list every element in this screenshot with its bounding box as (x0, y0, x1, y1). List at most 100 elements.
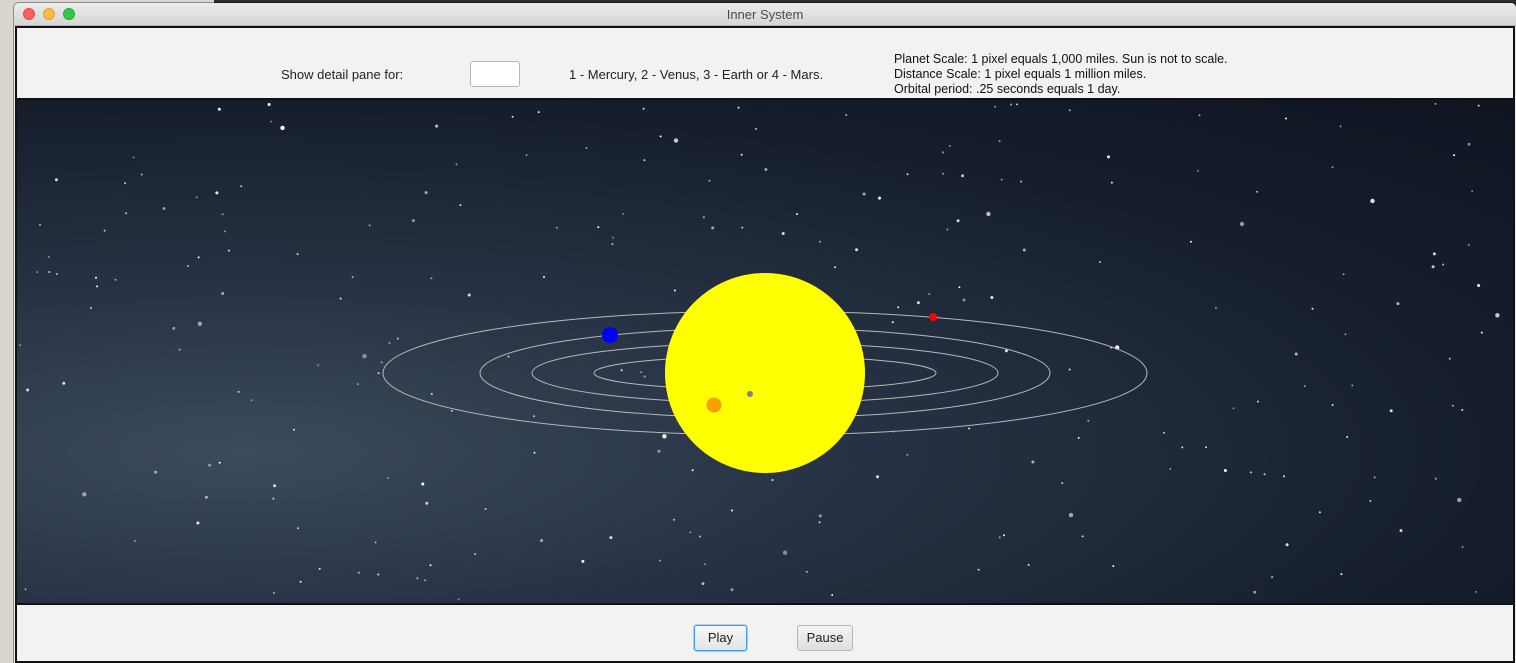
distance-scale-text: Distance Scale: 1 pixel equals 1 million… (894, 67, 1147, 81)
star (708, 179, 711, 182)
star (1396, 302, 1400, 306)
detail-pane-label: Show detail pane for: (281, 67, 404, 82)
star (430, 392, 433, 395)
star (1061, 482, 1064, 485)
star (424, 191, 428, 195)
star (90, 306, 92, 309)
star (1434, 102, 1437, 105)
orbital-period-text: Orbital period: .25 seconds equals 1 day… (894, 82, 1121, 96)
star (540, 539, 544, 542)
star (507, 355, 510, 358)
star (701, 582, 705, 586)
star (672, 518, 675, 521)
title-bar: Inner System (14, 3, 1516, 26)
star (114, 278, 117, 281)
planet-mars (929, 313, 937, 321)
star (1331, 404, 1334, 406)
window-content: Show detail pane for: 1 - Mercury, 2 - V… (15, 26, 1515, 663)
play-button[interactable]: Play (694, 625, 747, 651)
star (125, 212, 128, 215)
star (928, 293, 931, 295)
star (368, 224, 371, 227)
app-window: Inner System Show detail pane for: 1 - M… (14, 3, 1516, 663)
star (1477, 104, 1480, 107)
star (741, 226, 744, 229)
star (1256, 400, 1259, 403)
star (834, 266, 837, 269)
star (1457, 497, 1462, 503)
solar-system-view (19, 102, 1500, 601)
window-title: Inner System (726, 7, 804, 22)
star (916, 301, 920, 305)
star (642, 107, 645, 110)
pause-button[interactable]: Pause (797, 625, 853, 651)
star (455, 163, 458, 166)
star (435, 124, 439, 128)
planet-earth (602, 327, 618, 343)
star (250, 399, 253, 402)
star (459, 204, 462, 207)
planet-venus (706, 397, 722, 413)
star (942, 151, 945, 154)
star (48, 271, 51, 273)
star (673, 138, 679, 143)
star (132, 156, 135, 159)
star (731, 509, 733, 512)
star (585, 147, 588, 149)
star (457, 598, 460, 601)
star (609, 536, 613, 540)
star (237, 390, 240, 393)
star (377, 372, 380, 375)
star (1263, 473, 1266, 476)
star (1351, 384, 1354, 387)
star (1294, 352, 1298, 356)
star (658, 559, 661, 562)
star (396, 337, 399, 340)
star (1399, 529, 1403, 533)
star (831, 594, 834, 596)
star (154, 470, 158, 474)
star (876, 475, 879, 479)
planet-mercury (747, 391, 753, 397)
star (1271, 576, 1274, 579)
star (196, 521, 200, 525)
star (702, 216, 705, 219)
star (640, 371, 643, 374)
star (1027, 563, 1030, 566)
star (356, 383, 359, 386)
star (1340, 573, 1343, 576)
star (1107, 155, 1110, 159)
star (162, 207, 166, 210)
star (1453, 154, 1456, 157)
star (612, 236, 615, 239)
star (845, 114, 848, 116)
star (862, 192, 866, 196)
star (1087, 419, 1090, 422)
star (280, 125, 285, 131)
star (1031, 460, 1035, 464)
star (1253, 590, 1257, 594)
star (906, 173, 909, 176)
star (217, 107, 221, 111)
star (362, 354, 367, 359)
star (96, 285, 99, 288)
star (374, 541, 377, 544)
star (704, 563, 706, 566)
star (411, 219, 415, 223)
detail-pane-input[interactable] (470, 61, 520, 87)
star (1370, 198, 1375, 204)
star (1471, 190, 1474, 193)
star (643, 159, 646, 162)
star (273, 484, 277, 488)
star (36, 271, 39, 274)
star (906, 453, 909, 456)
star (1346, 436, 1349, 438)
star (1004, 349, 1008, 353)
star (386, 477, 389, 479)
star (1342, 273, 1345, 276)
star (689, 531, 692, 534)
star (39, 223, 41, 226)
star (297, 527, 299, 530)
star (1198, 114, 1201, 117)
star (755, 127, 758, 130)
